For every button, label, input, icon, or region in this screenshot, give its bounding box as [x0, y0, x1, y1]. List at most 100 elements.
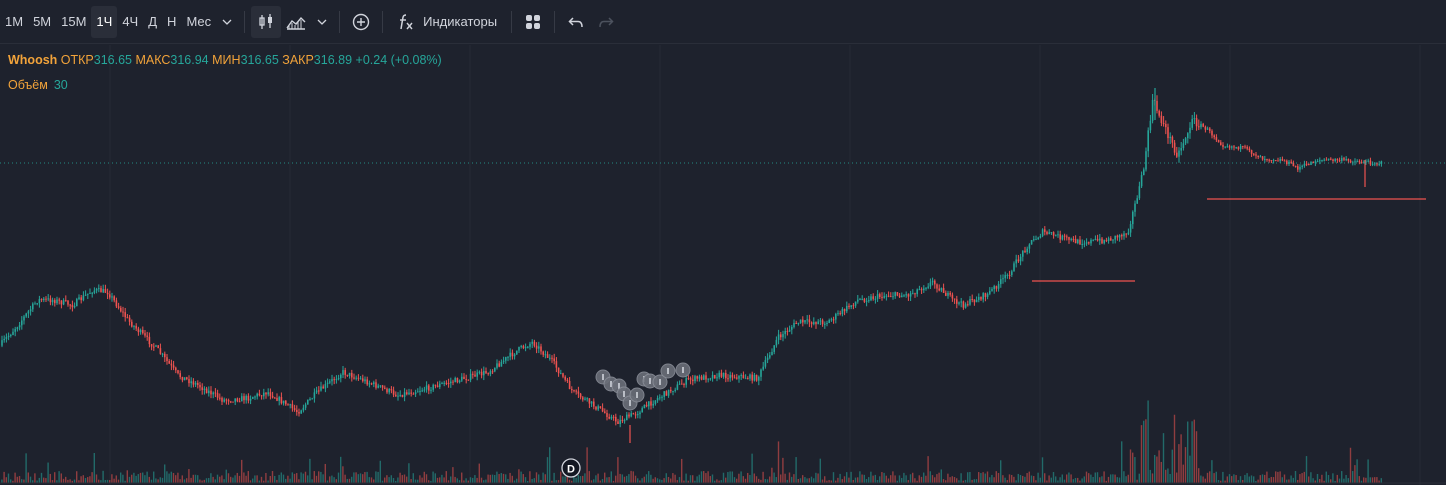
- price-chart[interactable]: D: [0, 45, 1446, 485]
- volume-bar: [942, 479, 945, 483]
- candle-body: [885, 295, 888, 297]
- volume-bar: [1363, 477, 1365, 483]
- volume-bar: [205, 478, 208, 483]
- candle-body: [406, 392, 408, 395]
- candle-body: [190, 381, 192, 384]
- candle-body: [27, 311, 30, 314]
- candle-body: [531, 341, 533, 344]
- interval-15m[interactable]: 15М: [56, 6, 91, 38]
- volume-bar: [1303, 471, 1305, 483]
- candle-body: [1195, 118, 1198, 127]
- candle-body: [905, 294, 907, 296]
- candle-body: [302, 407, 305, 411]
- candle-body: [920, 289, 923, 291]
- interval-week[interactable]: Н: [162, 6, 181, 38]
- candle-body: [513, 354, 516, 357]
- candle-body: [186, 377, 188, 379]
- volume-bar: [813, 478, 815, 483]
- candle-body: [568, 380, 571, 390]
- volume-bar: [1345, 475, 1347, 483]
- candle-body: [813, 322, 815, 325]
- candle-body: [278, 397, 280, 401]
- candle-body: [967, 304, 969, 306]
- volume-bar: [322, 474, 324, 483]
- volume-bar: [975, 479, 978, 483]
- candle-body: [722, 372, 725, 377]
- candle-body: [1149, 120, 1152, 131]
- candle-body: [1055, 235, 1057, 237]
- volume-bar: [758, 478, 760, 483]
- indicators-button[interactable]: Индикаторы: [389, 6, 505, 38]
- candle-body: [832, 319, 835, 321]
- volume-bar: [887, 478, 890, 483]
- candle-body: [546, 354, 549, 358]
- candle-body: [505, 357, 507, 361]
- candle-body: [1330, 158, 1332, 160]
- candle-body: [1068, 237, 1070, 240]
- chart-type-candles-button[interactable]: [251, 5, 282, 38]
- candle-body: [522, 345, 525, 348]
- interval-1h[interactable]: 1Ч: [91, 5, 118, 38]
- interval-5m[interactable]: 5М: [28, 6, 56, 38]
- candle-body: [54, 300, 56, 304]
- volume-bar: [164, 464, 166, 483]
- candle-body: [1347, 159, 1350, 161]
- interval-1m[interactable]: 1М: [0, 6, 28, 38]
- interval-month[interactable]: Мес: [181, 6, 216, 38]
- candle-body: [324, 383, 327, 389]
- volume-bar: [419, 475, 421, 483]
- volume-bar: [1127, 474, 1129, 483]
- volume-bar: [1103, 471, 1105, 483]
- volume-bar: [769, 476, 771, 483]
- candle-body: [1024, 250, 1026, 253]
- candle-body: [38, 299, 41, 304]
- undo-button[interactable]: [561, 6, 591, 38]
- candle-body: [1134, 203, 1136, 212]
- redo-button[interactable]: [591, 6, 621, 38]
- volume-bar: [1165, 469, 1167, 483]
- volume-bar: [604, 472, 606, 483]
- volume-bar: [1096, 472, 1099, 483]
- candle-body: [84, 294, 87, 296]
- candle-body: [102, 289, 104, 293]
- candle-body: [73, 306, 76, 308]
- volume-bar: [762, 471, 764, 483]
- chart-type-dropdown-button[interactable]: [311, 6, 333, 38]
- candle-body: [1176, 152, 1178, 157]
- volume-bar: [230, 476, 232, 483]
- candle-body: [601, 408, 604, 412]
- candle-body: [434, 384, 437, 386]
- chart-type-area-button[interactable]: [281, 6, 311, 38]
- compare-add-symbol-button[interactable]: [346, 6, 376, 38]
- volume-bar: [522, 474, 524, 483]
- volume-bar: [665, 473, 667, 483]
- symbol-name[interactable]: Whoosh: [8, 53, 57, 67]
- close-label: ЗАКР: [282, 53, 314, 67]
- volume-bar: [1044, 473, 1046, 483]
- candle-body: [168, 361, 170, 364]
- volume-bar: [806, 478, 808, 483]
- candle-body: [322, 386, 324, 389]
- interval-day[interactable]: Д: [143, 6, 162, 38]
- volume-bar: [802, 475, 804, 483]
- candle-body: [214, 392, 217, 394]
- candle-body: [1299, 166, 1301, 170]
- candle-body: [1173, 142, 1176, 153]
- candle-body: [1336, 159, 1339, 161]
- candle-body: [509, 352, 511, 357]
- interval-4h[interactable]: 4Ч: [117, 6, 143, 38]
- interval-dropdown-button[interactable]: [216, 6, 238, 38]
- candle-body: [1283, 160, 1286, 162]
- volume-bar: [478, 463, 480, 483]
- volume-bar: [157, 479, 159, 483]
- candle-body: [700, 376, 703, 380]
- candle-body: [1066, 236, 1068, 238]
- candle-body: [436, 385, 439, 388]
- layouts-button[interactable]: [518, 6, 548, 38]
- candle-body: [861, 298, 863, 300]
- volume-bar: [170, 471, 172, 483]
- candle-body: [584, 398, 586, 400]
- volume-bar: [1019, 474, 1022, 483]
- volume-bar: [1343, 478, 1345, 483]
- volume-bar: [1011, 474, 1013, 483]
